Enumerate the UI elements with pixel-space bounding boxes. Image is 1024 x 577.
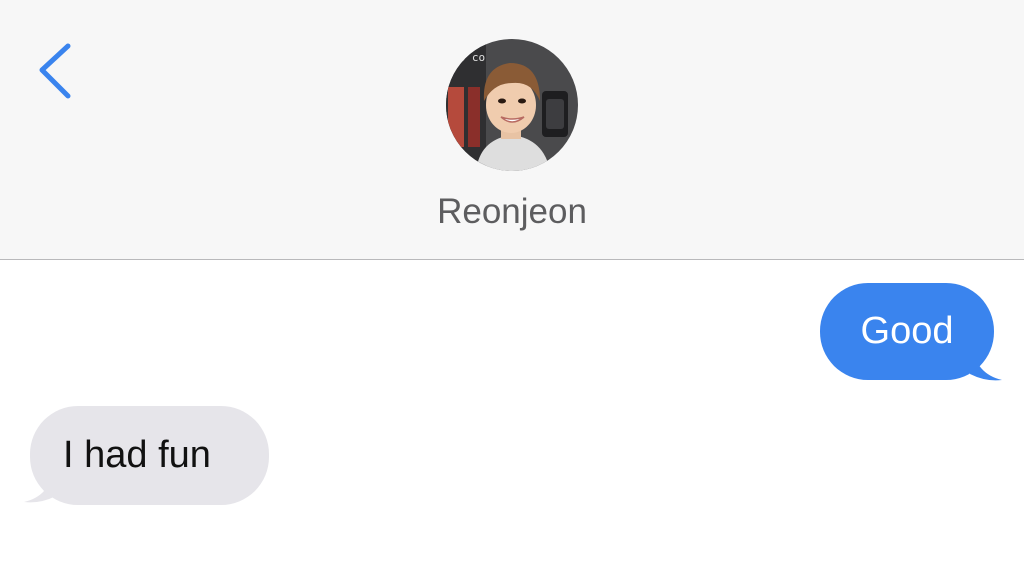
chevron-left-icon — [39, 43, 71, 99]
contact-avatar[interactable]: 96 co — [446, 39, 578, 171]
back-button[interactable] — [28, 34, 88, 106]
message-thread: Good I had fun — [0, 260, 1024, 577]
conversation-header: 96 co Reonjeon — [0, 0, 1024, 260]
sent-message-bubble[interactable]: Good — [820, 283, 994, 380]
received-message-bubble[interactable]: I had fun — [30, 406, 269, 505]
contact-photo: 96 co — [446, 39, 578, 171]
contact-name[interactable]: Reonjeon — [312, 190, 712, 234]
svg-text:96 co: 96 co — [452, 51, 485, 64]
messages-screen: 96 co Reonjeon Good I had fun — [0, 0, 1024, 577]
